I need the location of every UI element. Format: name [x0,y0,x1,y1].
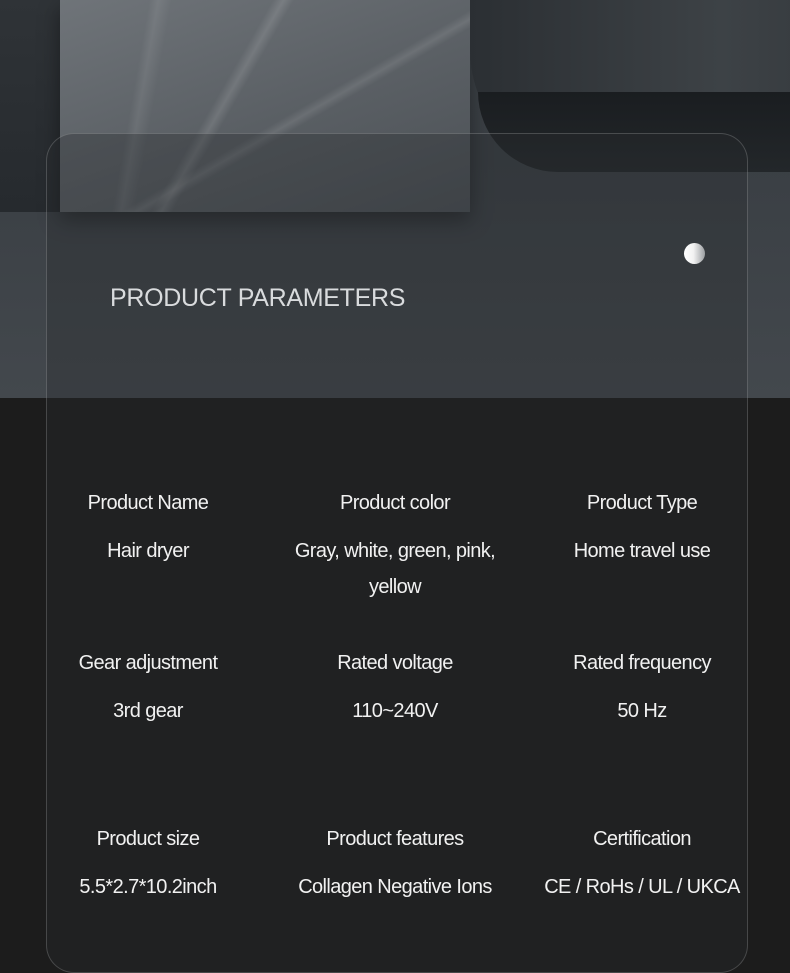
param-value: Gray, white, green, pink, yellow [294,540,496,598]
param-value: Hair dryer [107,540,189,562]
param-label: Gear adjustment [78,652,218,674]
param-cell-certification: Certification CE / RoHs / UL / UKCA [522,821,762,941]
section-title: PRODUCT PARAMETERS [110,284,406,312]
param-label: Product Type [586,492,698,514]
param-value: 5.5*2.7*10.2inch [79,876,217,898]
param-cell-product-size: Product size 5.5*2.7*10.2inch [28,821,268,941]
param-label: Product color [339,492,451,514]
decorative-dot-icon [684,243,705,264]
param-cell-product-name: Product Name Hair dryer [28,485,268,645]
param-value: Home travel use [573,540,711,562]
param-value: Collagen Negative Ions [298,876,492,898]
param-label: Product features [326,828,464,850]
param-label: Rated frequency [573,652,711,674]
param-label: Product size [96,828,200,850]
param-cell-product-features: Product features Collagen Negative Ions [268,821,522,941]
param-cell-gear-adjustment: Gear adjustment 3rd gear [28,645,268,821]
param-value: 50 Hz [617,700,667,722]
param-cell-rated-frequency: Rated frequency 50 Hz [522,645,762,821]
param-label: Product Name [87,492,209,514]
param-cell-product-color: Product color Gray, white, green, pink, … [268,485,522,645]
param-value: 3rd gear [113,700,183,722]
param-cell-rated-voltage: Rated voltage 110~240V [268,645,522,821]
param-value: CE / RoHs / UL / UKCA [544,876,740,898]
param-label: Certification [593,828,691,850]
param-cell-product-type: Product Type Home travel use [522,485,762,645]
param-value: 110~240V [352,700,438,722]
param-label: Rated voltage [337,652,453,674]
parameters-grid: Product Name Hair dryer Product color Gr… [28,485,762,941]
